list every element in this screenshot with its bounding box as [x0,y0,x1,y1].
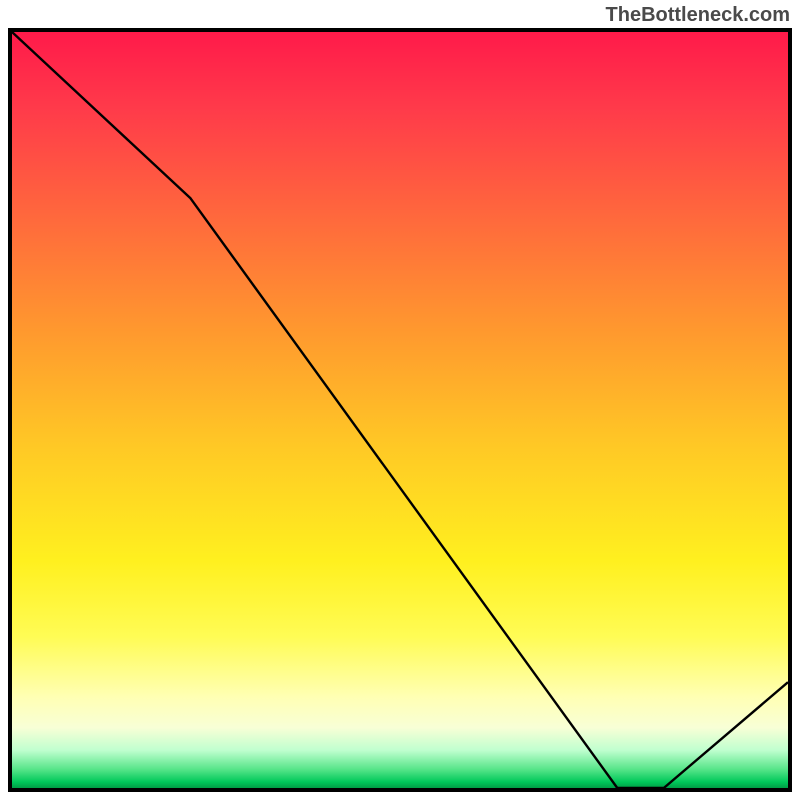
curve-svg [12,32,788,788]
plot-frame [8,28,792,792]
chart-container: TheBottleneck.com [0,0,800,800]
watermark-text: TheBottleneck.com [606,4,790,27]
curve-path [12,32,788,788]
